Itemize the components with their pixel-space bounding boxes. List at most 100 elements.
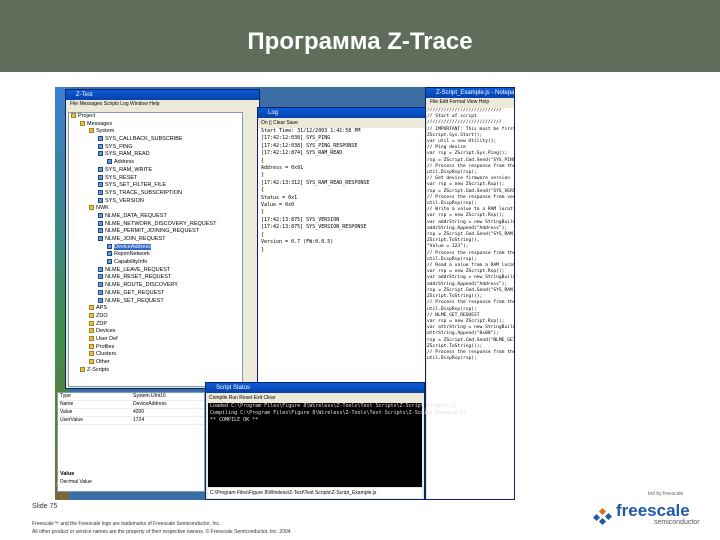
tree-item[interactable]: NLME_ROUTE_DISCOVERY xyxy=(69,282,242,290)
tree-item[interactable]: DeviceAddress xyxy=(69,243,242,252)
tree-item[interactable]: SYS_RAM_READ xyxy=(69,151,242,159)
tree-item-label: Other xyxy=(96,359,110,365)
desktop-icon-shutdown[interactable]: Shut Down xyxy=(57,482,81,488)
message-icon xyxy=(98,282,103,288)
desktop-icon-ztools[interactable]: Z-Tools xyxy=(100,482,116,488)
message-icon xyxy=(98,220,103,226)
tree-item[interactable]: Z-Scripts xyxy=(69,367,242,375)
tree-item[interactable]: NLME_GET_REQUEST xyxy=(69,290,242,298)
tree-item[interactable]: NLME_DATA_REQUEST xyxy=(69,213,242,221)
message-icon xyxy=(107,251,112,257)
table-cell: 1724 xyxy=(133,417,145,423)
message-icon xyxy=(98,266,103,272)
console-line: ** COMPILE OK ** xyxy=(210,417,259,423)
tree-item[interactable]: NWK xyxy=(69,205,242,213)
main-menu-bar[interactable]: File Messages Scripts Log Window Help xyxy=(66,100,259,108)
editor-titlebar[interactable]: Z-Script_Example.js - Notepad xyxy=(426,88,514,98)
tree-item[interactable]: SYS_CALLBACK_SUBSCRIBE xyxy=(69,136,242,144)
main-window-titlebar[interactable]: Z-Test xyxy=(66,90,259,100)
tree-item-label: SYS_RESET xyxy=(105,174,138,181)
legal-line-2: All other product or service names are t… xyxy=(32,529,291,535)
tree-item[interactable]: NLME_SET_REQUEST xyxy=(69,298,242,306)
message-icon xyxy=(98,197,103,203)
script-code[interactable]: ///////////////////////////// Start of s… xyxy=(427,108,514,499)
message-icon xyxy=(98,289,103,295)
tree-item[interactable]: SYS_SET_FILTER_FILE xyxy=(69,182,242,190)
message-icon xyxy=(98,151,103,157)
tree-item-label: Messages xyxy=(87,120,113,127)
tree-item-label: SYS_RAM_WRITE xyxy=(105,166,153,173)
table-row[interactable]: Type System.UInt16 xyxy=(58,393,204,401)
tree-item-label: Devices xyxy=(96,328,116,335)
folder-icon xyxy=(89,312,94,318)
table-cell: System.UInt16 xyxy=(133,393,166,399)
freescale-logo: ted by freescale freescale semiconductor xyxy=(592,491,712,533)
tree-item[interactable]: SYS_RAM_WRITE xyxy=(69,167,242,175)
tree-item-label: NLME_JOIN_REQUEST xyxy=(105,236,166,242)
tree-item[interactable]: Profiles xyxy=(69,344,242,352)
code-line: // Process the response from the RAM wri… xyxy=(427,250,514,256)
desktop-icon-ztest[interactable]: ZTest xyxy=(145,482,157,488)
tree-item[interactable]: NLME_NETWORK_DISCOVERY_REQUEST xyxy=(69,221,242,229)
table-row[interactable]: Value 4200 xyxy=(58,409,204,417)
folder-icon xyxy=(89,205,94,211)
code-line: var rsp = new ZScript.Rsp(); xyxy=(427,213,505,219)
tree-item[interactable]: ZDP xyxy=(69,321,242,329)
table-cell: Name xyxy=(60,401,74,407)
tree-item-label: NLME_NETWORK_DISCOVERY_REQUEST xyxy=(105,220,217,227)
tree-item[interactable]: NLME_JOIN_REQUEST xyxy=(69,236,242,244)
tree-item-label: RejoinNetwork xyxy=(114,251,150,258)
tree-item[interactable]: SYS_PING xyxy=(69,144,242,152)
tree-item-label: SYS_SET_FILTER_FILE xyxy=(105,182,167,189)
tree-item[interactable]: System xyxy=(69,128,242,136)
tree-item[interactable]: User Def xyxy=(69,336,242,344)
code-line: var rsp = ZScript.Sys.Ping(); xyxy=(427,151,508,157)
property-footer-label: Value xyxy=(60,471,75,477)
tree-item-label: Project xyxy=(78,113,96,119)
tree-item-label: NLME_LEAVE_REQUEST xyxy=(105,266,171,273)
tree-item[interactable]: Messages xyxy=(69,121,242,129)
tree-item[interactable]: NLME_PERMIT_JOINING_REQUEST xyxy=(69,228,242,236)
code-line: var rsp = new ZScript.Rsp(); xyxy=(427,182,505,188)
tree-item[interactable]: Address xyxy=(69,159,242,167)
tree-item[interactable]: Project xyxy=(69,113,242,121)
tree-item-label: User Def xyxy=(96,335,118,342)
tree-item[interactable]: CapabilityInfo xyxy=(69,259,242,267)
console-toolbar[interactable]: Compile Run Reset Exit Clear xyxy=(206,393,424,403)
tree-item[interactable]: SYS_RESET xyxy=(69,175,242,183)
script-editor-window[interactable]: Z-Script_Example.js - Notepad File Edit … xyxy=(425,87,515,500)
tree-item[interactable]: APS xyxy=(69,305,242,313)
tree-item[interactable]: NLME_LEAVE_REQUEST xyxy=(69,267,242,275)
tree-item[interactable]: SYS_TRACE_SUBSCRIPTION xyxy=(69,190,242,198)
property-table[interactable]: Type System.UInt16 Name DeviceAddress Value 4… xyxy=(57,392,205,492)
tree-item-label: Address xyxy=(114,159,135,166)
table-row[interactable]: Name DeviceAddress xyxy=(58,401,204,409)
tree-item-label: CapabilityInfo xyxy=(114,259,148,266)
script-status-window[interactable]: Script Status Compile Run Reset Exit Cle… xyxy=(205,382,466,500)
message-icon xyxy=(98,297,103,303)
legal-line-1: Freescale™ and the Freescale logo are tr… xyxy=(32,521,221,527)
tree-item[interactable]: NLME_RESET_REQUEST xyxy=(69,274,242,282)
code-line: addrString.Append("Address"); xyxy=(427,281,508,287)
tree-item-label: NLME_PERMIT_JOINING_REQUEST xyxy=(105,228,200,235)
tree-item[interactable]: ZDO xyxy=(69,313,242,321)
editor-menu-bar[interactable]: File Edit Format View Help xyxy=(426,98,514,106)
console-titlebar[interactable]: Script Status xyxy=(206,383,424,393)
message-icon xyxy=(98,236,103,242)
tree-item[interactable]: SYS_VERSION xyxy=(69,198,242,206)
freescale-mark-icon xyxy=(592,507,613,526)
tree-item[interactable]: Clusters xyxy=(69,351,242,359)
message-icon xyxy=(107,243,112,249)
code-line: rsp = ZScript.Cmd.Send("NLME_GET_REQUEST… xyxy=(427,337,514,343)
message-icon xyxy=(98,174,103,180)
table-cell: UserValue xyxy=(60,417,83,423)
console-output: Loaded C:\Program Files\Figure 8\Wireles… xyxy=(208,403,466,487)
main-window[interactable]: Z-Test File Messages Scripts Log Window … xyxy=(65,89,260,389)
table-row[interactable]: UserValue 1724 xyxy=(58,417,204,425)
tree-item[interactable]: Other xyxy=(69,359,242,367)
project-tree[interactable]: Project Messages System SYS_CALLBACK_SUBSCR… xyxy=(68,112,243,387)
tree-item[interactable]: Devices xyxy=(69,328,242,336)
desktop-icons: Shut Down Z-Tools ZTest xyxy=(55,482,205,496)
tree-item[interactable]: RejoinNetwork xyxy=(69,251,242,259)
message-icon xyxy=(98,182,103,188)
